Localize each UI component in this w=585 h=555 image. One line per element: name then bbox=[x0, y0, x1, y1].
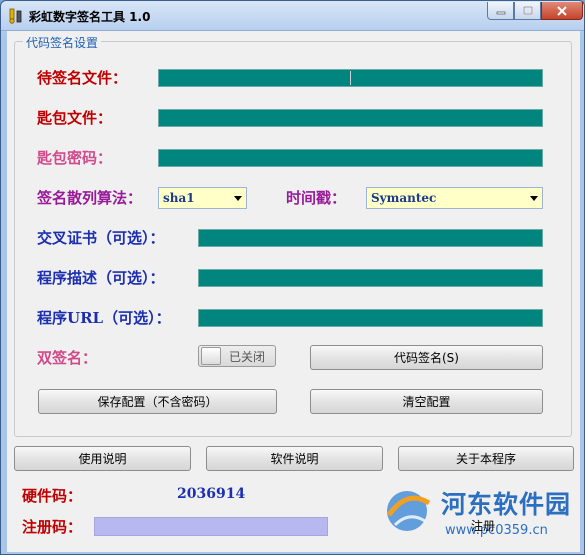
dropdown-arrow-icon bbox=[526, 188, 542, 208]
hardware-code-value: 2036914 bbox=[177, 486, 246, 502]
group-legend: 代码签名设置 bbox=[23, 34, 102, 51]
close-button[interactable] bbox=[541, 2, 583, 20]
minimize-icon bbox=[496, 11, 505, 14]
dual-sign-label: 双签名： bbox=[37, 349, 98, 367]
program-url-input[interactable] bbox=[198, 309, 543, 327]
watermark-logo: 河东软件园 www.pc0359.cn bbox=[379, 481, 584, 551]
key-file-label: 匙包文件： bbox=[37, 109, 113, 127]
key-password-label: 匙包密码： bbox=[37, 149, 113, 167]
app-key-icon bbox=[9, 8, 22, 24]
client-area: 代码签名设置 待签名文件： 匙包文件： 匙包密码： 签名散列算法： sha1 时… bbox=[7, 31, 580, 552]
hardware-code-label: 硬件码： bbox=[22, 487, 83, 505]
reg-code-input[interactable] bbox=[94, 517, 328, 536]
program-desc-label: 程序描述（可选）： bbox=[37, 269, 165, 287]
title-bar[interactable]: 彩虹数字签名工具 1.0 bbox=[1, 1, 584, 31]
program-desc-input[interactable] bbox=[198, 269, 543, 287]
dropdown-arrow-icon bbox=[230, 188, 246, 208]
close-icon bbox=[557, 5, 567, 16]
maximize-icon bbox=[522, 6, 533, 15]
save-config-button[interactable]: 保存配置（不含密码） bbox=[38, 389, 277, 414]
file-to-sign-input[interactable] bbox=[158, 69, 543, 87]
clear-config-button[interactable]: 清空配置 bbox=[310, 389, 543, 414]
key-password-input[interactable] bbox=[158, 149, 543, 167]
watermark-globe-icon bbox=[386, 491, 431, 531]
about-button[interactable]: 关于本程序 bbox=[398, 446, 574, 471]
hash-algorithm-value: sha1 bbox=[163, 191, 195, 205]
hash-algorithm-label: 签名散列算法： bbox=[37, 189, 143, 207]
window-title: 彩虹数字签名工具 1.0 bbox=[29, 10, 151, 24]
code-sign-button[interactable]: 代码签名(S) bbox=[310, 345, 543, 370]
file-to-sign-label: 待签名文件： bbox=[37, 69, 128, 87]
minimize-button[interactable] bbox=[487, 2, 514, 20]
maximize-button[interactable] bbox=[514, 2, 541, 20]
reg-code-label: 注册码： bbox=[22, 518, 83, 536]
toggle-state-label: 已关闭 bbox=[229, 349, 266, 364]
cross-cert-input[interactable] bbox=[198, 229, 543, 247]
watermark-name: 河东软件园 bbox=[441, 490, 572, 519]
timestamp-select[interactable]: Symantec bbox=[366, 187, 543, 209]
hash-algorithm-select[interactable]: sha1 bbox=[158, 187, 247, 209]
toggle-knob bbox=[201, 347, 221, 365]
cross-cert-label: 交叉证书（可选）： bbox=[37, 229, 165, 247]
text-caret bbox=[350, 71, 351, 85]
program-url-label: 程序URL（可选）： bbox=[37, 309, 171, 327]
key-file-input[interactable] bbox=[158, 109, 543, 127]
app-window: 彩虹数字签名工具 1.0 代码签名设置 待签名文件： 匙包文件： 匙包密码： 签… bbox=[0, 0, 585, 555]
timestamp-label: 时间戳： bbox=[286, 189, 347, 207]
software-info-button[interactable]: 软件说明 bbox=[206, 446, 383, 471]
watermark-url: www.pc0359.cn bbox=[445, 523, 548, 538]
usage-button[interactable]: 使用说明 bbox=[14, 446, 191, 471]
dual-sign-toggle[interactable]: 已关闭 bbox=[198, 345, 276, 367]
timestamp-value: Symantec bbox=[371, 191, 437, 205]
register-button[interactable]: 注册 bbox=[471, 517, 495, 534]
